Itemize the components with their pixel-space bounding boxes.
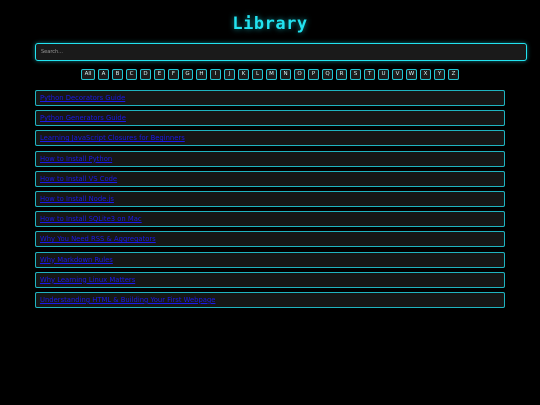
- article-link[interactable]: Python Decorators Guide: [40, 94, 125, 102]
- letter-filter-v[interactable]: V: [392, 69, 403, 80]
- letter-filter-z[interactable]: Z: [448, 69, 459, 80]
- letter-filter-w[interactable]: W: [406, 69, 417, 80]
- letter-filter-a[interactable]: A: [98, 69, 109, 80]
- article-list: Python Decorators Guide Python Generator…: [35, 90, 505, 312]
- article-link[interactable]: How to Install Python: [40, 155, 112, 163]
- letter-filter-p[interactable]: P: [308, 69, 319, 80]
- search-input[interactable]: [35, 43, 527, 61]
- list-item: Why Learning Linux Matters: [35, 271, 505, 288]
- list-item: Understanding HTML & Building Your First…: [35, 291, 505, 308]
- letter-filter-g[interactable]: G: [182, 69, 193, 80]
- letter-filter-f[interactable]: F: [168, 69, 179, 80]
- library-page: Library All A B C D E F G H I J K L M N …: [0, 0, 540, 405]
- list-item: How to Install VS Code: [35, 170, 505, 187]
- letter-filter-y[interactable]: Y: [434, 69, 445, 80]
- letter-filter-h[interactable]: H: [196, 69, 207, 80]
- letter-filter-e[interactable]: E: [154, 69, 165, 80]
- letter-filter-j[interactable]: J: [224, 69, 235, 80]
- list-item: Python Generators Guide: [35, 110, 505, 127]
- article-link[interactable]: How to Install SQLite3 on Mac: [40, 215, 142, 223]
- letter-filter-r[interactable]: R: [336, 69, 347, 80]
- article-link[interactable]: Why Learning Linux Matters: [40, 276, 135, 284]
- letter-filter-o[interactable]: O: [294, 69, 305, 80]
- article-link[interactable]: How to Install Node.js: [40, 195, 114, 203]
- article-link[interactable]: Learning JavaScript Closures for Beginne…: [40, 134, 185, 142]
- letter-filter-b[interactable]: B: [112, 69, 123, 80]
- article-link[interactable]: Why Markdown Rules: [40, 256, 113, 264]
- letter-filter-i[interactable]: I: [210, 69, 221, 80]
- letter-filter-c[interactable]: C: [126, 69, 137, 80]
- article-link[interactable]: Why You Need RSS & Aggregators: [40, 235, 156, 243]
- page-title: Library: [232, 14, 308, 34]
- letter-filter-all[interactable]: All: [81, 69, 95, 80]
- alphabet-filter: All A B C D E F G H I J K L M N O P Q R …: [0, 69, 540, 80]
- article-link[interactable]: Python Generators Guide: [40, 114, 126, 122]
- letter-filter-x[interactable]: X: [420, 69, 431, 80]
- letter-filter-l[interactable]: L: [252, 69, 263, 80]
- list-item: Learning JavaScript Closures for Beginne…: [35, 130, 505, 147]
- letter-filter-u[interactable]: U: [378, 69, 389, 80]
- list-item: Why Markdown Rules: [35, 251, 505, 268]
- article-link[interactable]: How to Install VS Code: [40, 175, 117, 183]
- list-item: How to Install Python: [35, 150, 505, 167]
- letter-filter-m[interactable]: M: [266, 69, 277, 80]
- list-item: Why You Need RSS & Aggregators: [35, 231, 505, 248]
- list-item: How to Install Node.js: [35, 190, 505, 207]
- letter-filter-q[interactable]: Q: [322, 69, 333, 80]
- letter-filter-s[interactable]: S: [350, 69, 361, 80]
- letter-filter-t[interactable]: T: [364, 69, 375, 80]
- letter-filter-k[interactable]: K: [238, 69, 249, 80]
- article-link[interactable]: Understanding HTML & Building Your First…: [40, 296, 215, 304]
- letter-filter-d[interactable]: D: [140, 69, 151, 80]
- list-item: Python Decorators Guide: [35, 90, 505, 106]
- letter-filter-n[interactable]: N: [280, 69, 291, 80]
- list-item: How to Install SQLite3 on Mac: [35, 211, 505, 228]
